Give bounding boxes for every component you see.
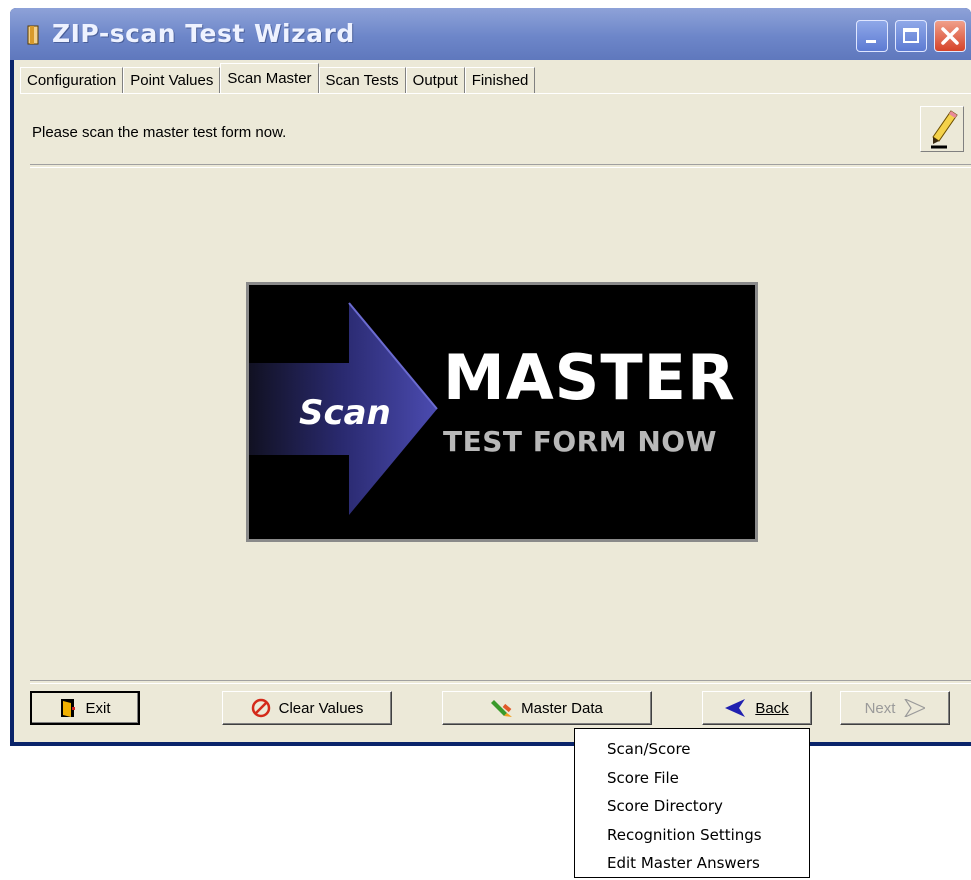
tab-strip: Configuration Point Values Scan Master S…: [20, 63, 536, 94]
tab-scan-tests[interactable]: Scan Tests: [318, 67, 406, 94]
tab-configuration[interactable]: Configuration: [20, 67, 124, 94]
maximize-icon: [903, 28, 919, 43]
top-divider: [30, 164, 971, 168]
scan-master-banner: Scan MASTER TEST FORM NOW: [246, 282, 758, 542]
minimize-icon: [866, 40, 876, 43]
close-icon: [941, 27, 959, 45]
wizard-client-area: Configuration Point Values Scan Master S…: [14, 60, 971, 742]
back-label: Back: [755, 699, 789, 717]
banner-subtitle: TEST FORM NOW: [443, 425, 717, 458]
master-data-menu: Scan/Score Score File Score Directory Re…: [574, 728, 810, 878]
menu-item-scan-score[interactable]: Scan/Score: [575, 735, 809, 764]
arrow-left-icon: [725, 699, 746, 717]
clear-values-button[interactable]: Clear Values: [222, 691, 392, 725]
menu-item-score-file[interactable]: Score File: [575, 764, 809, 793]
banner-scan-text: Scan: [299, 393, 391, 433]
tab-finished[interactable]: Finished: [464, 67, 536, 94]
title-bar[interactable]: ZIP-scan Test Wizard: [10, 8, 971, 60]
exit-label: Exit: [85, 699, 111, 717]
arrow-right-icon: [904, 699, 926, 717]
menu-item-score-directory[interactable]: Score Directory: [575, 792, 809, 821]
menu-item-recognition-settings[interactable]: Recognition Settings: [575, 821, 809, 850]
pencil-icon: [931, 110, 958, 149]
tab-scan-master[interactable]: Scan Master: [220, 63, 319, 94]
clear-values-label: Clear Values: [278, 699, 364, 717]
wizard-window: ZIP-scan Test Wizard Configuration Point…: [10, 8, 971, 746]
tab-divider: [20, 93, 971, 94]
master-data-label: Master Data: [521, 699, 603, 717]
window-title: ZIP-scan Test Wizard: [52, 19, 355, 48]
menu-item-edit-master-answers[interactable]: Edit Master Answers: [575, 849, 809, 878]
minimize-button[interactable]: [856, 20, 888, 52]
maximize-button[interactable]: [895, 20, 927, 52]
door-exit-icon: [61, 699, 76, 717]
tab-point-values[interactable]: Point Values: [123, 67, 221, 94]
next-label: Next: [864, 699, 896, 717]
instruction-text: Please scan the master test form now.: [32, 124, 287, 141]
pencil-icon: [27, 25, 39, 45]
no-entry-icon: [251, 698, 270, 718]
pencil-green-icon: [491, 700, 513, 717]
exit-button[interactable]: Exit: [30, 691, 140, 725]
banner-master-text: MASTER: [443, 341, 736, 414]
tab-output[interactable]: Output: [405, 67, 465, 94]
next-button[interactable]: Next: [840, 691, 950, 725]
back-button[interactable]: Back: [702, 691, 812, 725]
bottom-divider: [30, 680, 971, 684]
edit-button[interactable]: [920, 106, 964, 152]
close-button[interactable]: [934, 20, 966, 52]
master-data-button[interactable]: Master Data: [442, 691, 652, 725]
